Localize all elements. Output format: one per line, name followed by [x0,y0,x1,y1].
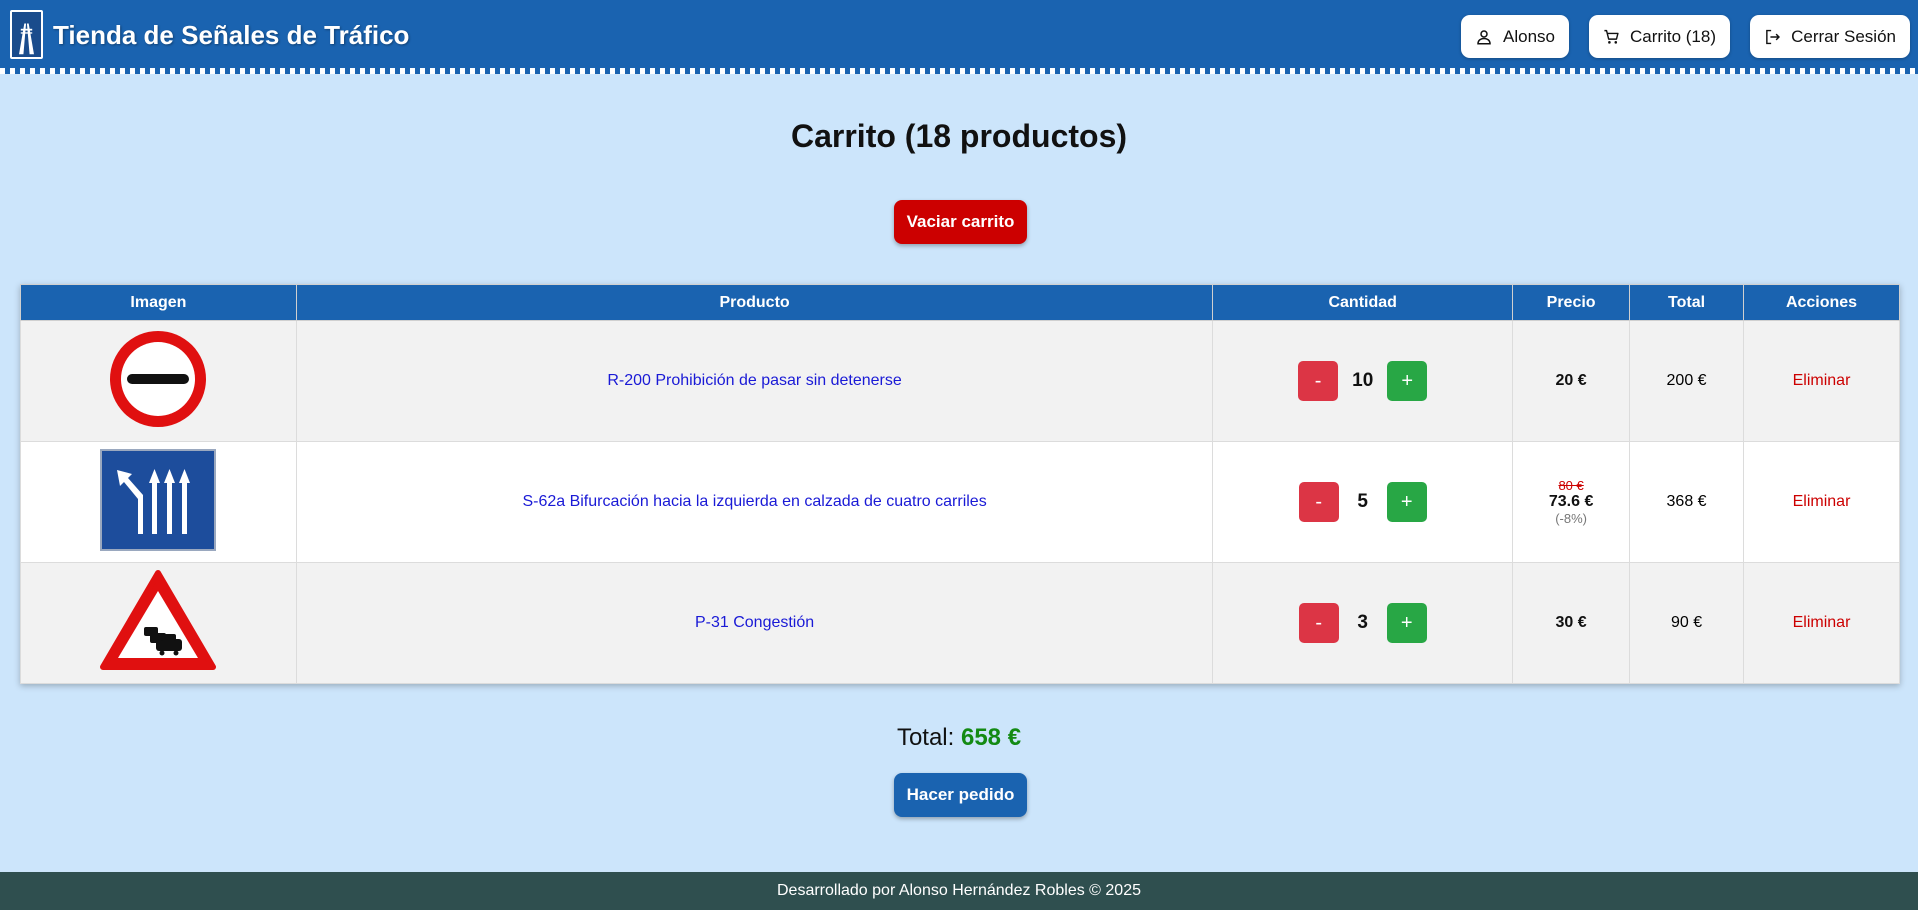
original-price: 80 € [1558,478,1584,493]
quantity-value: 5 [1357,491,1368,512]
table-row: S-62a Bifurcación hacia la izquierda en … [20,441,1900,563]
product-name-cell: R-200 Prohibición de pasar sin detenerse [295,320,1214,442]
table-row: R-200 Prohibición de pasar sin detenerse… [20,320,1900,442]
cart-total: Total: 658 € [0,724,1918,752]
table-row: P-31 Congestión - 3 + 30 € 90 € Eliminar [20,562,1900,684]
logout-icon [1766,29,1780,44]
discount-percentage: (-8%) [1555,511,1587,526]
column-header-price: Precio [1512,284,1631,321]
footer: Desarrollado por Alonso Hernández Robles… [0,872,1918,910]
increase-quantity-button[interactable]: + [1386,482,1427,522]
cart-table: Imagen Producto Cantidad Precio Total Ac… [20,284,1900,684]
unit-price: 30 € [1555,614,1587,631]
logout-button[interactable]: Cerrar Sesión [1750,15,1910,58]
product-link[interactable]: S-62a Bifurcación hacia la izquierda en … [522,493,986,510]
quantity-stepper: - 10 + [1298,361,1428,401]
discounted-price: 73.6 € [1548,493,1594,510]
line-total-cell: 368 € [1629,441,1745,563]
top-bar: Tienda de Señales de Tráfico Alonso Carr… [0,0,1918,74]
footer-text: Desarrollado por Alonso Hernández Robles… [776,882,1141,899]
decrease-quantity-button[interactable]: - [1298,603,1339,643]
column-header-actions: Acciones [1743,284,1900,321]
product-image-cell [20,320,297,442]
lane-fork-left-sign-icon[interactable] [100,448,217,551]
quantity-cell: - 3 + [1212,562,1514,684]
increase-quantity-button[interactable]: + [1386,603,1427,643]
price-cell: 30 € [1512,562,1631,684]
line-total-cell: 200 € [1629,320,1745,442]
column-header-quantity: Cantidad [1212,284,1514,321]
total-amount: 658 € [960,724,1022,751]
congestion-warning-sign-icon[interactable] [100,569,217,673]
user-button[interactable]: Alonso [1461,15,1569,58]
actions-cell: Eliminar [1743,320,1900,442]
column-header-product: Producto [295,284,1214,321]
logout-button-label: Cerrar Sesión [1791,26,1896,46]
product-name-cell: S-62a Bifurcación hacia la izquierda en … [295,441,1214,563]
column-header-total: Total [1629,284,1745,321]
person-icon [1477,29,1491,45]
quantity-cell: - 5 + [1212,441,1514,563]
table-header-row: Imagen Producto Cantidad Precio Total Ac… [20,284,1900,321]
decrease-quantity-button[interactable]: - [1298,361,1339,401]
place-order-button[interactable]: Hacer pedido [894,773,1027,817]
cart-button-label: Carrito (18) [1630,26,1716,46]
price-cell: 20 € [1512,320,1631,442]
actions-cell: Eliminar [1743,562,1900,684]
product-link[interactable]: P-31 Congestión [695,614,814,631]
product-image-cell [20,562,297,684]
quantity-stepper: - 5 + [1298,482,1427,522]
product-name-cell: P-31 Congestión [295,562,1214,684]
remove-item-link[interactable]: Eliminar [1793,493,1851,510]
motorway-logo-graphic [19,23,34,55]
total-label: Total: [896,724,955,751]
cart-icon [1604,29,1619,44]
remove-item-link[interactable]: Eliminar [1793,614,1851,631]
column-header-image: Imagen [20,284,297,321]
cart-button[interactable]: Carrito (18) [1589,15,1730,58]
user-button-label: Alonso [1503,26,1555,46]
quantity-stepper: - 3 + [1298,603,1427,643]
quantity-value: 3 [1357,612,1368,633]
quantity-cell: - 10 + [1212,320,1514,442]
actions-cell: Eliminar [1743,441,1900,563]
decrease-quantity-button[interactable]: - [1298,482,1339,522]
unit-price: 20 € [1555,372,1587,389]
product-image-cell [20,441,297,563]
no-passing-without-stopping-sign-icon[interactable] [106,327,210,431]
line-total-cell: 90 € [1629,562,1745,684]
price-cell: 80 € 73.6 € (-8%) [1512,441,1631,563]
quantity-value: 10 [1352,370,1374,391]
increase-quantity-button[interactable]: + [1387,361,1428,401]
product-link[interactable]: R-200 Prohibición de pasar sin detenerse [607,372,901,389]
site-title[interactable]: Tienda de Señales de Tráfico [53,20,409,51]
empty-cart-button[interactable]: Vaciar carrito [894,200,1027,244]
remove-item-link[interactable]: Eliminar [1793,372,1851,389]
motorway-sign-icon[interactable] [10,10,43,59]
page-title: Carrito (18 productos) [790,118,1128,154]
